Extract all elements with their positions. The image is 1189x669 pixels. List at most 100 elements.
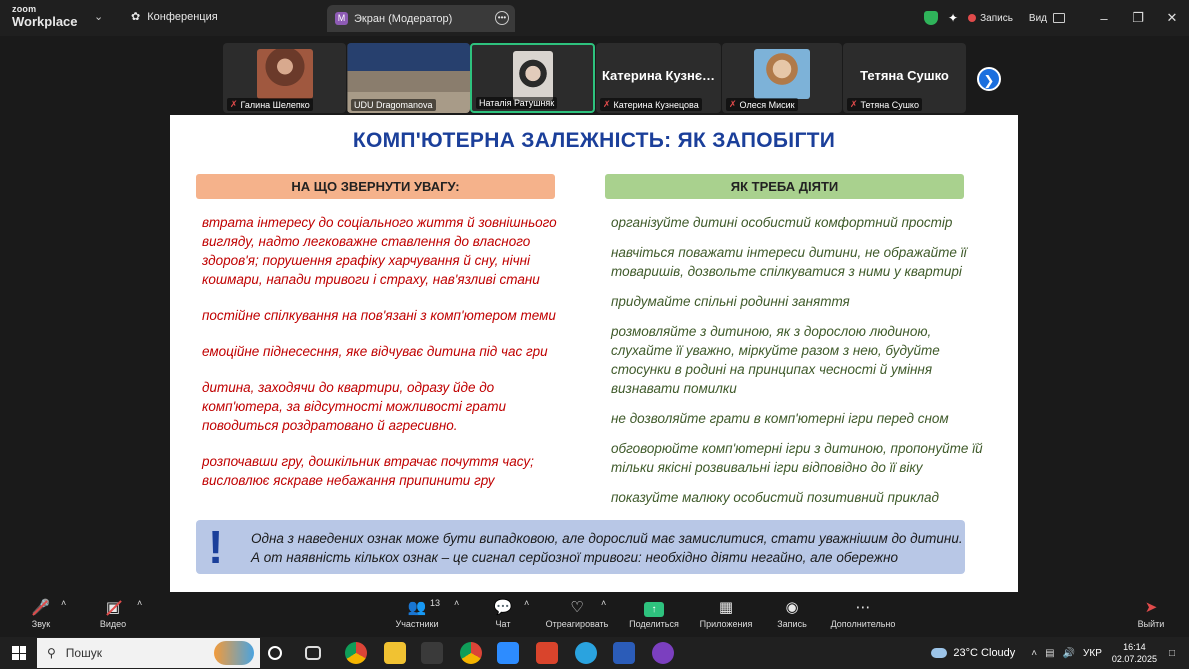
exclamation-icon: !: [208, 521, 224, 573]
video-button[interactable]: ▣ Видео: [96, 598, 130, 629]
mic-muted-icon: ✗: [729, 99, 737, 109]
participant-tile[interactable]: UDU Dragomanova: [347, 43, 470, 113]
more-icon: ⋯: [855, 599, 871, 616]
mic-muted-icon: 🎤: [31, 599, 51, 616]
presentation-app-icon[interactable]: [536, 642, 558, 664]
chat-options-caret[interactable]: ˄: [524, 598, 529, 608]
windows-start-icon[interactable]: [12, 646, 26, 660]
leave-button[interactable]: ➤ Выйти: [1135, 598, 1167, 629]
record-dot-icon: [968, 14, 977, 22]
clock[interactable]: 16:14 02.07.2025: [1112, 641, 1157, 665]
list-item: організуйте дитині особистий комфортний …: [611, 215, 953, 230]
list-item: показуйте малюку особистий позитивний пр…: [611, 490, 939, 505]
more-icon[interactable]: •••: [495, 11, 509, 25]
search-highlight-icon: [214, 641, 254, 665]
windows-taskbar: ⚲ Пошук 23°C Cloudy ˄ ▤ 🔊 УКР 16:14 02.0…: [0, 637, 1189, 669]
view-button[interactable]: Вид: [1029, 13, 1065, 24]
meeting-controls: 🎤 Звук ˄ ▣ Видео ˄ 👥 Участники 13 ˄ 💬 Ча…: [0, 592, 1189, 637]
app-icon[interactable]: [421, 642, 443, 664]
conference-tab[interactable]: ✿ Конференция: [131, 10, 218, 24]
recording-indicator[interactable]: Запись: [968, 13, 1013, 24]
weather-text[interactable]: 23°C Cloudy: [953, 647, 1015, 659]
tray-chevron-icon[interactable]: ˄: [1031, 648, 1037, 659]
file-explorer-icon[interactable]: [384, 642, 406, 664]
chrome-icon[interactable]: [345, 642, 367, 664]
list-item: придумайте спільні родинні заняття: [611, 294, 850, 309]
chat-icon: 💬: [493, 599, 513, 616]
mic-muted-icon: ✗: [230, 99, 238, 109]
cortana-icon[interactable]: [268, 646, 282, 660]
audio-button[interactable]: 🎤 Звук: [28, 598, 54, 629]
mic-muted-icon: ✗: [850, 99, 858, 109]
left-column-header: НА ЩО ЗВЕРНУТИ УВАГУ:: [196, 174, 555, 199]
more-button[interactable]: ⋯ Дополнительно: [826, 598, 900, 629]
audio-options-caret[interactable]: ˄: [61, 598, 66, 608]
participant-video: [256, 49, 313, 99]
volume-icon[interactable]: 🔊: [1063, 648, 1075, 659]
list-item: втрата інтересу до соціального життя й з…: [202, 215, 557, 287]
participant-tile-active-speaker[interactable]: Наталія Ратушняк: [470, 43, 595, 113]
notifications-icon[interactable]: □: [1169, 648, 1175, 659]
zoom-window: zoom Workplace ⌄ ✿ Конференция M Экран (…: [0, 0, 1189, 669]
close-button[interactable]: ✕: [1155, 10, 1189, 26]
list-item: емоційне піднесесння, яке відчуває дитин…: [202, 344, 548, 359]
list-item: розмовляйте з дитиною, як з дорослою люд…: [611, 324, 940, 396]
next-page-chevron-icon[interactable]: ❯: [977, 67, 1001, 91]
chevron-down-icon[interactable]: ⌄: [94, 10, 103, 23]
participant-tile[interactable]: ✗ Олеся Мисик: [722, 43, 842, 113]
chat-button[interactable]: 💬 Чат: [490, 598, 516, 629]
react-options-caret[interactable]: ˄: [601, 598, 606, 608]
list-item: постійне спілкування на пов'язані з комп…: [202, 308, 556, 323]
shared-screen-slide: КОМП'ЮТЕРНА ЗАЛЕЖНІСТЬ: ЯК ЗАПОБІГТИ НА …: [170, 115, 1018, 592]
actions-list: організуйте дитині особистий комфортний …: [611, 213, 996, 518]
record-icon: ◉: [785, 599, 799, 616]
list-item: обговорюйте комп'ютерні ігри з дитиною, …: [611, 441, 983, 475]
note-line: А от наявність кількох ознак – це сигнал…: [251, 550, 899, 565]
tab-label: Экран (Модератор): [354, 12, 453, 25]
tab-avatar: M: [335, 12, 348, 25]
participant-video: [754, 49, 810, 99]
conference-label: Конференция: [147, 10, 218, 23]
minimize-button[interactable]: –: [1087, 11, 1121, 26]
share-button[interactable]: ↑ Поделиться: [626, 598, 682, 629]
grid-icon: [1053, 13, 1065, 23]
apps-icon: ▦: [718, 599, 734, 616]
participants-options-caret[interactable]: ˄: [454, 598, 459, 608]
note-line: Одна з наведених ознак може бути випадко…: [251, 531, 963, 546]
share-screen-icon: ↑: [626, 598, 682, 618]
title-bar: zoom Workplace ⌄ ✿ Конференция M Экран (…: [0, 0, 1189, 36]
list-item: навчіться поважати інтереси дитини, не о…: [611, 245, 967, 279]
language-indicator[interactable]: УКР: [1083, 648, 1102, 659]
chrome-icon[interactable]: [460, 642, 482, 664]
word-icon[interactable]: [613, 642, 635, 664]
meeting-icon: ✿: [131, 11, 141, 23]
taskbar-search[interactable]: ⚲ Пошук: [37, 638, 260, 668]
search-icon: ⚲: [47, 646, 56, 660]
zoom-taskbar-icon[interactable]: [497, 642, 519, 664]
system-tray: 23°C Cloudy ˄ ▤ 🔊 УКР 16:14 02.07.2025 □: [931, 637, 1189, 669]
screen-share-tab[interactable]: M Экран (Модератор) •••: [327, 5, 515, 32]
participant-tile[interactable]: Тетяна Сушко ✗ Тетяна Сушко: [843, 43, 966, 113]
participant-tile[interactable]: ✗ Галина Шелепко: [223, 43, 346, 113]
slide-title: КОМП'ЮТЕРНА ЗАЛЕЖНІСТЬ: ЯК ЗАПОБІГТИ: [352, 129, 836, 152]
participants-count: 13: [430, 598, 441, 608]
list-item: дитина, заходячи до квартири, одразу йде…: [202, 380, 507, 433]
right-column-header: ЯК ТРЕБА ДІЯТИ: [605, 174, 964, 199]
security-shield-icon[interactable]: [924, 11, 939, 25]
viber-icon[interactable]: [652, 642, 674, 664]
maximize-button[interactable]: ❐: [1121, 10, 1155, 26]
apps-button[interactable]: ▦ Приложения: [695, 598, 757, 629]
participant-tile[interactable]: Катерина Кузнє… ✗ Катерина Кузнецова: [596, 43, 721, 113]
note-box: ! Одна з наведених ознак може бути випад…: [196, 520, 965, 574]
list-item: не дозволяйте грати в комп'ютерні ігри п…: [611, 411, 949, 426]
record-button[interactable]: ◉ Запись: [773, 598, 811, 629]
participants-strip: ✗ Галина Шелепко UDU Dragomanova Наталія …: [0, 36, 1189, 114]
ai-companion-icon[interactable]: ✦: [948, 11, 958, 25]
participant-video: [512, 51, 553, 101]
video-options-caret[interactable]: ˄: [137, 598, 142, 608]
video-off-icon: ▣: [105, 599, 121, 616]
network-icon[interactable]: ▤: [1045, 648, 1054, 659]
telegram-icon[interactable]: [575, 642, 597, 664]
task-view-icon[interactable]: [305, 646, 321, 660]
weather-cloud-icon: [931, 648, 948, 658]
